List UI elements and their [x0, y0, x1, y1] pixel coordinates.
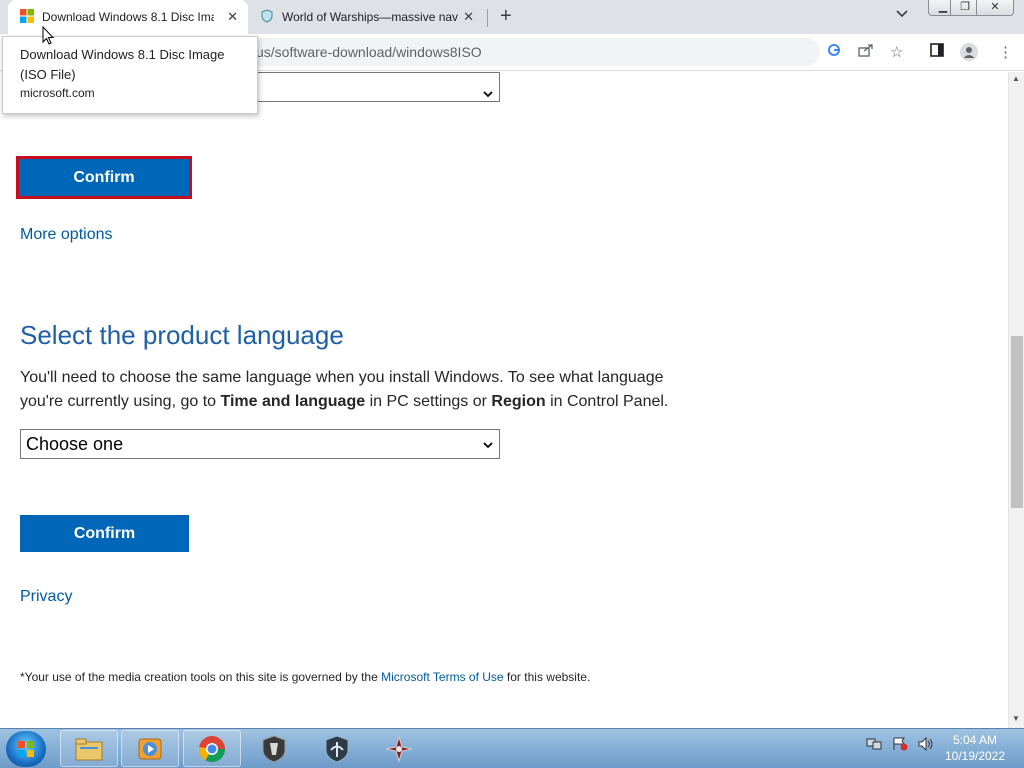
scrollbar-thumb[interactable]	[1011, 336, 1023, 508]
profile-avatar-icon[interactable]	[960, 43, 978, 65]
system-tray	[866, 736, 934, 754]
page-scrollbar[interactable]: ▲ ▼	[1008, 72, 1024, 728]
page-content: Confirm More options Select the product …	[0, 72, 1008, 728]
world-of-warplanes-taskbar-icon[interactable]	[383, 733, 415, 765]
tab-hover-tooltip: Download Windows 8.1 Disc Image (ISO Fil…	[2, 36, 258, 114]
chrome-taskbar-icon[interactable]	[183, 730, 241, 767]
warships-shield-icon	[260, 8, 274, 26]
clock-date: 10/19/2022	[944, 749, 1006, 763]
microsoft-logo-icon	[20, 8, 34, 26]
action-center-flag-icon[interactable]	[892, 737, 912, 754]
terms-footnote: *Your use of the media creation tools on…	[20, 670, 590, 684]
tab-separator	[487, 9, 488, 27]
footnote-text: *Your use of the media creation tools on…	[20, 670, 382, 684]
terms-of-use-link[interactable]: Microsoft Terms of Use	[381, 670, 503, 684]
scroll-down-icon[interactable]: ▼	[1012, 714, 1020, 723]
new-tab-plus-icon[interactable]: +	[500, 5, 512, 27]
windows-taskbar: 5:04 AM 10/19/2022	[0, 728, 1024, 768]
chevron-down-icon[interactable]	[896, 7, 908, 21]
url-text[interactable]: us/software-download/windows8ISO	[256, 44, 482, 60]
chevron-down-icon	[483, 431, 493, 459]
language-select[interactable]: Choose one	[20, 429, 500, 459]
language-select-value: Choose one	[26, 434, 124, 454]
language-heading: Select the product language	[20, 320, 344, 350]
close-window-button[interactable]: ✕	[976, 0, 1014, 16]
instructions-text: in Control Panel.	[545, 393, 669, 410]
mouse-pointer-icon	[42, 25, 55, 51]
tab-strip: Download Windows 8.1 Disc Ima ✕ World of…	[0, 0, 1024, 34]
privacy-link[interactable]: Privacy	[20, 588, 72, 606]
language-instructions: You'll need to choose the same language …	[20, 366, 680, 414]
start-button[interactable]	[6, 731, 46, 767]
footnote-text: for this website.	[503, 670, 591, 684]
taskbar-clock[interactable]: 5:04 AM 10/19/2022	[935, 732, 1015, 764]
clock-time: 5:04 AM	[952, 733, 998, 747]
chevron-down-icon	[483, 80, 493, 108]
google-g-icon[interactable]	[827, 43, 841, 61]
close-tab-icon[interactable]: ✕	[227, 9, 238, 25]
volume-icon[interactable]	[918, 736, 934, 754]
network-icon[interactable]	[866, 738, 886, 754]
more-menu-icon[interactable]: ⋮	[998, 43, 1013, 61]
close-tab-icon[interactable]: ✕	[463, 9, 474, 25]
more-options-link[interactable]: More options	[20, 226, 113, 244]
side-panel-icon[interactable]	[930, 43, 944, 61]
bookmark-star-icon[interactable]: ☆	[890, 43, 903, 61]
world-of-tanks-taskbar-icon[interactable]	[258, 733, 290, 765]
tooltip-title: Download Windows 8.1 Disc Image (ISO Fil…	[20, 47, 225, 82]
confirm-language-button[interactable]: Confirm	[20, 515, 189, 552]
instructions-bold: Time and language	[220, 393, 366, 410]
instructions-text: in PC settings or	[365, 393, 492, 410]
media-player-taskbar-icon[interactable]	[121, 730, 179, 767]
confirm-edition-button[interactable]: Confirm	[16, 156, 192, 199]
instructions-bold: Region	[491, 393, 546, 410]
tooltip-domain: microsoft.com	[20, 86, 95, 100]
file-explorer-taskbar-icon[interactable]	[60, 730, 118, 767]
tab-title: World of Warships—massive nav	[282, 10, 459, 24]
tab-title: Download Windows 8.1 Disc Ima	[42, 10, 214, 24]
scroll-up-icon[interactable]: ▲	[1012, 74, 1020, 83]
tab-world-of-warships[interactable]: World of Warships—massive nav ✕	[252, 0, 484, 34]
share-icon[interactable]	[858, 43, 874, 61]
world-of-warships-taskbar-icon[interactable]	[321, 733, 353, 765]
